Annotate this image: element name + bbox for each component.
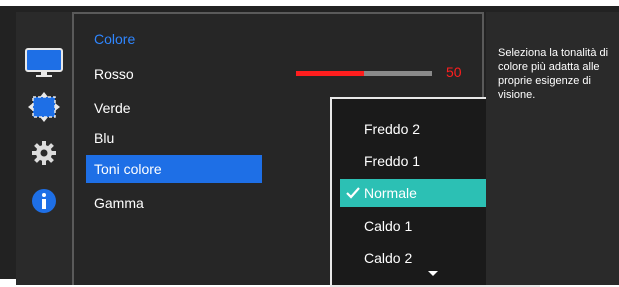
menu-item-toni-colore[interactable]: Toni colore	[86, 155, 262, 183]
menu-item-gamma[interactable]: Gamma	[86, 189, 262, 217]
rosso-value: 50	[446, 64, 462, 80]
checkmark-icon	[346, 180, 360, 208]
picture-menu-panel: Colore Rosso Verde Blu Toni colore Gamma…	[72, 12, 540, 287]
option-label: Caldo 1	[364, 218, 413, 234]
menu-item-verde[interactable]: Verde	[86, 94, 262, 122]
description-panel: Seleziona la tonalità di colore più adat…	[486, 12, 619, 285]
option-label: Freddo 1	[364, 153, 421, 169]
menu-title: Colore	[94, 31, 136, 47]
size-position-icon[interactable]	[20, 90, 68, 124]
option-label: Caldo 2	[364, 250, 413, 266]
gear-icon[interactable]	[20, 136, 68, 170]
sidebar	[16, 12, 72, 285]
rosso-slider-fill	[296, 71, 364, 76]
info-icon[interactable]	[20, 184, 68, 218]
picture-icon[interactable]	[20, 46, 68, 80]
menu-item-rosso[interactable]: Rosso	[86, 60, 262, 88]
description-text: Seleziona la tonalità di colore più adat…	[498, 47, 609, 101]
menu-item-blu[interactable]: Blu	[86, 124, 262, 152]
option-label: Normale	[364, 185, 417, 201]
option-label: Freddo 2	[364, 121, 421, 137]
rosso-slider[interactable]	[296, 71, 432, 76]
chevron-down-icon[interactable]	[428, 271, 438, 276]
osd-menu: Colore Rosso Verde Blu Toni colore Gamma…	[0, 6, 619, 287]
